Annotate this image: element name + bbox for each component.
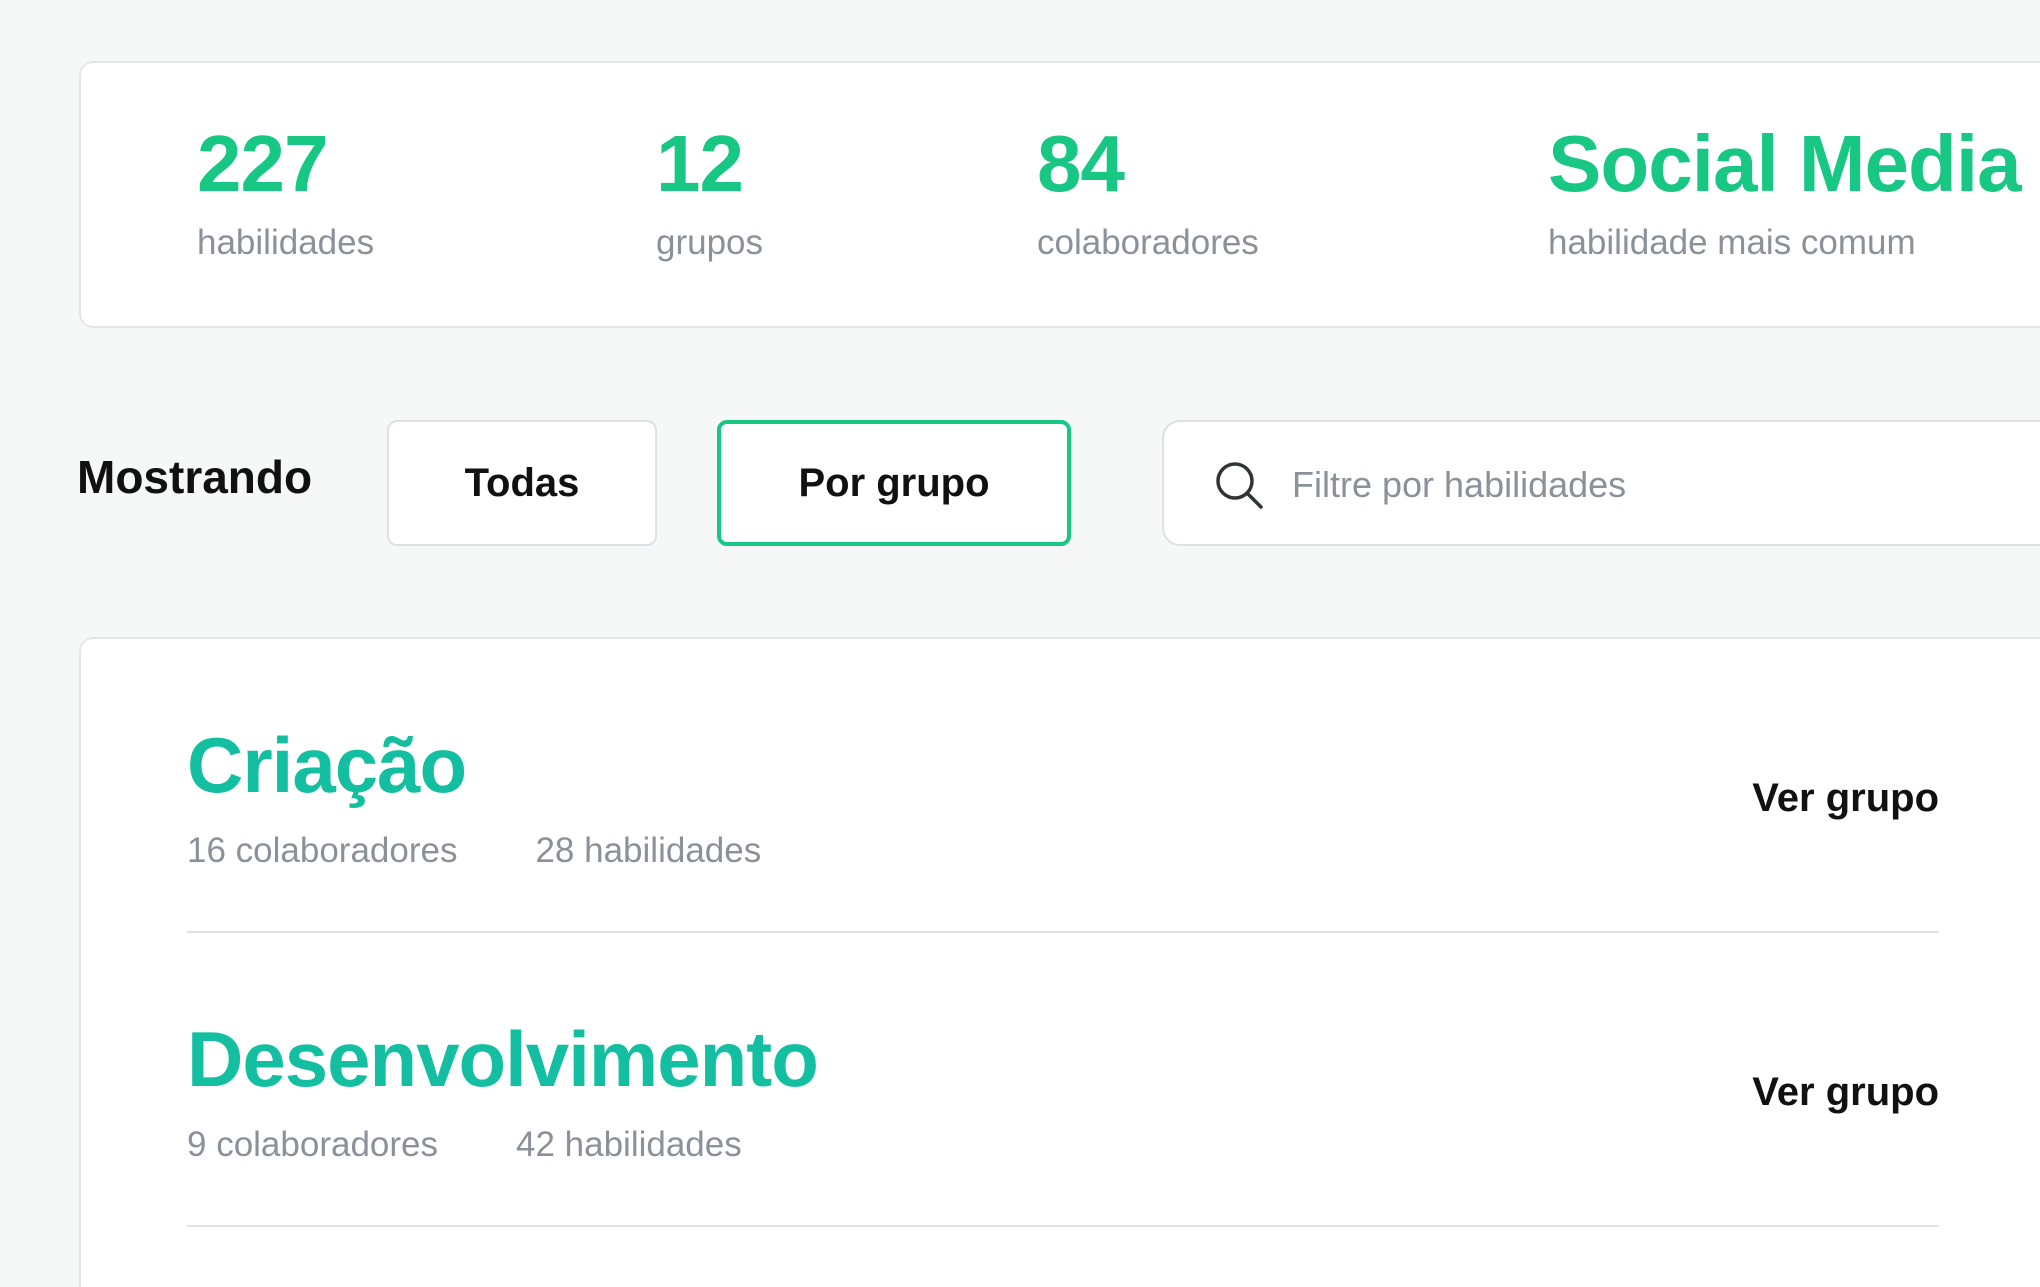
search-icon	[1216, 462, 1263, 509]
stat-groups: 12 grupos	[656, 119, 763, 265]
filter-bar: Mostrando Todas Por grupo	[0, 420, 2040, 546]
stat-label: grupos	[656, 223, 764, 262]
stat-label: habilidades	[197, 223, 375, 262]
group-name: Desenvolvimento	[187, 1015, 819, 1103]
skills-page: 227 habilidades 12 grupos 84 colaborador…	[0, 0, 2040, 1287]
group-skills-count: 28 habilidades	[535, 831, 762, 870]
search-input[interactable]	[1292, 442, 2040, 528]
group-row: Desenvolvimento 9 colaboradores 42 habil…	[187, 933, 1939, 1227]
view-group-link[interactable]: Ver grupo	[1752, 773, 1939, 823]
stat-most-common-skill: Social Media habilidade mais comum	[1548, 119, 2022, 265]
stats-card: 227 habilidades 12 grupos 84 colaborador…	[79, 61, 2040, 328]
stat-skills: 227 habilidades	[197, 119, 374, 265]
stat-value: 84	[1037, 119, 1125, 208]
group-collaborators-count: 16 colaboradores	[187, 831, 458, 870]
showing-label: Mostrando	[77, 451, 313, 503]
group-skills-count: 42 habilidades	[516, 1125, 742, 1164]
group-meta: 9 colaboradores 42 habilidades	[187, 1123, 742, 1167]
search-field[interactable]	[1162, 420, 2040, 546]
filter-by-group-button[interactable]: Por grupo	[717, 420, 1071, 546]
stat-label: colaboradores	[1037, 223, 1259, 262]
view-group-link[interactable]: Ver grupo	[1752, 1067, 1939, 1117]
stat-value: 227	[197, 119, 328, 208]
stat-value: 12	[656, 119, 744, 208]
filter-all-button[interactable]: Todas	[387, 420, 657, 546]
group-row: Criação 16 colaboradores 28 habilidades …	[187, 639, 1939, 933]
group-meta: 16 colaboradores 28 habilidades	[187, 829, 761, 873]
stat-label: habilidade mais comum	[1548, 223, 1916, 262]
group-collaborators-count: 9 colaboradores	[187, 1125, 438, 1164]
groups-list: Criação 16 colaboradores 28 habilidades …	[79, 637, 2040, 1287]
stat-collaborators: 84 colaboradores	[1037, 119, 1259, 265]
stat-value: Social Media	[1548, 119, 2022, 208]
group-name: Criação	[187, 721, 467, 809]
